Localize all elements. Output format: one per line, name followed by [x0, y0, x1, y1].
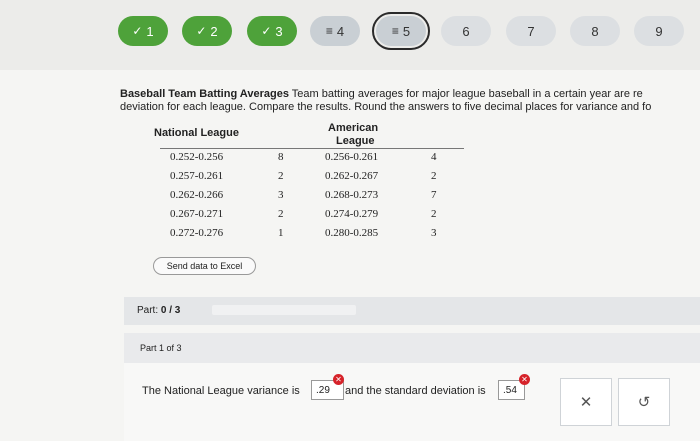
nl-count-cell: 8	[278, 151, 284, 163]
redo-icon: ↺	[637, 394, 651, 411]
nl-count-cell: 2	[278, 208, 284, 220]
al-count-cell: 2	[431, 170, 437, 182]
step-1-button[interactable]: ✓ 1	[118, 16, 168, 46]
answer-text-mid: and the standard deviation is	[345, 385, 486, 397]
step-4-button[interactable]: ≡ 4	[310, 16, 360, 46]
al-count-cell: 3	[431, 227, 437, 239]
answer-text-before: The National League variance is	[142, 385, 300, 397]
al-range-cell: 0.262-0.267	[325, 170, 379, 182]
nl-range-cell: 0.272-0.276	[170, 227, 224, 239]
part-progress-bar	[124, 297, 700, 325]
al-range-cell: 0.280-0.285	[325, 227, 379, 239]
error-icon: ✕	[519, 374, 530, 385]
al-count-cell: 7	[431, 189, 437, 201]
part-progress-label: Part: 0 / 3	[137, 305, 181, 316]
check-icon: ✓	[261, 24, 272, 38]
al-range-cell: 0.268-0.273	[325, 189, 379, 201]
nl-range-cell: 0.257-0.261	[170, 170, 224, 182]
national-league-header: National League	[154, 127, 239, 139]
question-navigation-bar: ✓ 1 ✓ 2 ✓ 3 ≡ 4 ≡ 5 6 7 8 9	[0, 0, 700, 70]
problem-line-1: Baseball Team Batting Averages Team batt…	[120, 88, 643, 100]
al-range-cell: 0.256-0.261	[325, 151, 379, 163]
answer-area	[124, 363, 700, 441]
problem-statement: Baseball Team Batting Averages Team batt…	[120, 88, 700, 114]
nl-count-cell: 3	[278, 189, 284, 201]
error-icon: ✕	[333, 374, 344, 385]
step-2-button[interactable]: ✓ 2	[182, 16, 232, 46]
al-count-cell: 2	[431, 208, 437, 220]
step-8-button[interactable]: 8	[570, 16, 620, 46]
step-3-button[interactable]: ✓ 3	[247, 16, 297, 46]
problem-line-2: deviation for each league. Compare the r…	[120, 101, 652, 113]
nl-count-cell: 1	[278, 227, 284, 239]
clear-answer-button[interactable]: ✕	[560, 378, 612, 426]
step-6-button[interactable]: 6	[441, 16, 491, 46]
step-7-button[interactable]: 7	[506, 16, 556, 46]
al-range-cell: 0.274-0.279	[325, 208, 379, 220]
american-league-header-1: American	[328, 122, 379, 134]
step-9-button[interactable]: 9	[634, 16, 684, 46]
check-icon: ✓	[196, 24, 207, 38]
american-league-header-2: League	[336, 135, 375, 147]
progress-track	[212, 305, 356, 315]
partial-icon: ≡	[391, 24, 399, 38]
send-data-to-excel-button[interactable]: Send data to Excel	[153, 257, 256, 275]
problem-title: Baseball Team Batting Averages	[120, 88, 289, 100]
nl-range-cell: 0.252-0.256	[170, 151, 224, 163]
close-icon: ✕	[579, 394, 593, 411]
part-1-header	[124, 333, 700, 363]
table-divider	[160, 148, 464, 149]
partial-icon: ≡	[325, 24, 333, 38]
nl-range-cell: 0.262-0.266	[170, 189, 224, 201]
redo-button[interactable]: ↺	[618, 378, 670, 426]
nl-count-cell: 2	[278, 170, 284, 182]
check-icon: ✓	[132, 24, 143, 38]
al-count-cell: 4	[431, 151, 437, 163]
step-5-button[interactable]: ≡ 5	[372, 12, 430, 50]
nl-range-cell: 0.267-0.271	[170, 208, 224, 220]
part-1-label: Part 1 of 3	[140, 343, 182, 353]
